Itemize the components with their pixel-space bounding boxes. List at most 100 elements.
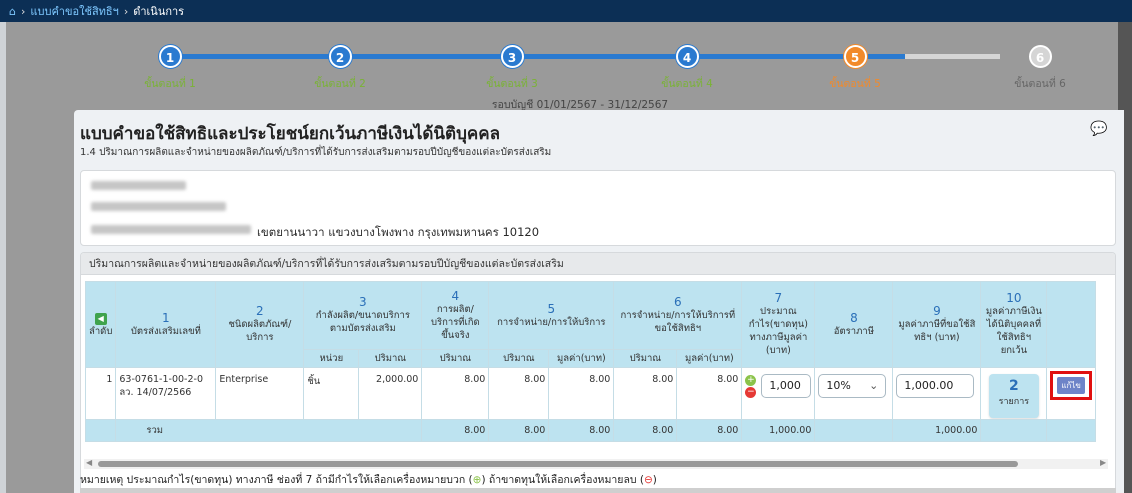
qty-subheader: ปริมาณ bbox=[358, 349, 423, 368]
tax-value-input[interactable]: 1,000.00 bbox=[896, 374, 975, 398]
col1-header: 1 บัตรส่งเสริมเลขที่ bbox=[115, 281, 217, 368]
redacted-company-name bbox=[91, 181, 186, 190]
value-subheader: มูลค่า(บาท) bbox=[676, 349, 743, 368]
minus-circle-icon: ⊖ bbox=[643, 474, 653, 486]
left-gutter bbox=[0, 22, 6, 493]
items-count-button[interactable]: 2 รายการ bbox=[988, 374, 1039, 418]
total-sales-value: 8.00 bbox=[548, 419, 615, 442]
table-row: 1 63-0761-1-00-2-0 ลว. 14/07/2566 Enterp… bbox=[84, 367, 1096, 420]
step-label: ขั้นตอนที่ 6 bbox=[1014, 78, 1066, 90]
minus-sign-icon[interactable]: − bbox=[745, 387, 757, 398]
bottom-scroll-track bbox=[80, 488, 1116, 493]
redacted-address bbox=[91, 225, 251, 234]
tax-rate-cell: 10% ⌄ bbox=[814, 367, 894, 420]
page-title: แบบคำขอใช้สิทธิและประโยชน์ยกเว้นภาษีเงิน… bbox=[80, 124, 501, 144]
unit-subheader: หน่วย bbox=[303, 349, 360, 368]
home-icon[interactable]: ⌂ bbox=[9, 5, 16, 18]
company-info-box: เขตยานนาวา แขวงบางโพงพาง กรุงเทพมหานคร 1… bbox=[80, 170, 1116, 246]
claim-qty: 8.00 bbox=[613, 367, 678, 420]
company-address: เขตยานนาวา แขวงบางโพงพาง กรุงเทพมหานคร 1… bbox=[257, 225, 540, 239]
claim-value-cell: 8.00 bbox=[676, 367, 743, 420]
scroll-left-icon[interactable]: ◀ bbox=[86, 458, 92, 467]
step-circle: 3 bbox=[500, 45, 524, 68]
sales-value: 8.00 bbox=[548, 367, 615, 420]
step-1[interactable]: 1 ขั้นตอนที่ 1 bbox=[110, 45, 230, 92]
step-3[interactable]: 3 ขั้นตอนที่ 3 bbox=[452, 45, 572, 92]
scroll-thumb[interactable] bbox=[98, 461, 1018, 467]
total-profit: 1,000.00 bbox=[741, 419, 816, 442]
total-actual-qty: 8.00 bbox=[421, 419, 490, 442]
comment-icon[interactable]: 💬 bbox=[1090, 121, 1107, 138]
col3-header: 3 กำลังผลิต/ขนาดบริการตามบัตรส่งเสริม bbox=[303, 281, 423, 350]
step-circle: 2 bbox=[328, 45, 352, 68]
items-cell: 2 รายการ bbox=[980, 367, 1048, 420]
card-date: ลว. 14/07/2566 bbox=[119, 387, 192, 398]
seq-header: ◀ ลำดับ bbox=[84, 281, 117, 368]
col10-header: 10 มูลค่าภาษีเงินได้นิติบุคคลที่ใช้สิทธิฯ… bbox=[980, 281, 1048, 368]
qty-subheader: ปริมาณ bbox=[613, 349, 678, 368]
breadcrumb-current: ดำเนินการ bbox=[133, 5, 185, 18]
total-sales-qty: 8.00 bbox=[488, 419, 550, 442]
tax-rate-select[interactable]: 10% ⌄ bbox=[818, 374, 887, 398]
step-label: ขั้นตอนที่ 4 bbox=[661, 78, 713, 90]
total-claim-value: 8.00 bbox=[676, 419, 743, 442]
plus-sign-icon[interactable]: + bbox=[745, 375, 757, 386]
chevron-right-icon: › bbox=[20, 4, 26, 18]
production-table-section: ปริมาณการผลิตและจำหน่ายของผลิตภัณฑ์/บริก… bbox=[80, 252, 1116, 493]
col5-header: 5 การจำหน่าย/การให้บริการ bbox=[488, 281, 615, 350]
table-caption: ปริมาณการผลิตและจำหน่ายของผลิตภัณฑ์/บริก… bbox=[81, 253, 1115, 275]
tax-value-cell: 1,000.00 bbox=[892, 367, 982, 420]
breadcrumb: ⌂ › แบบคำขอใช้สิทธิฯ › ดำเนินการ bbox=[0, 0, 1132, 22]
edit-highlight: แก้ไข bbox=[1050, 371, 1092, 400]
capacity-qty: 2,000.00 bbox=[358, 367, 423, 420]
step-5[interactable]: 5 ขั้นตอนที่ 5 bbox=[795, 45, 915, 92]
step-circle: 4 bbox=[675, 45, 699, 68]
chevron-right-icon: › bbox=[123, 4, 129, 18]
production-table: ◀ ลำดับ 1 บัตรส่งเสริมเลขที่ 2 ชนิดผลิตภัณ… bbox=[84, 281, 1096, 442]
chevron-down-icon: ⌄ bbox=[869, 379, 879, 392]
stepper: 1 ขั้นตอนที่ 1 2 ขั้นตอนที่ 2 3 ขั้นตอนท… bbox=[70, 38, 1100, 111]
step-label: ขั้นตอนที่ 3 bbox=[486, 78, 538, 90]
step-label: ขั้นตอนที่ 5 bbox=[829, 78, 881, 90]
step-circle: 6 bbox=[1028, 45, 1052, 68]
edit-button[interactable]: แก้ไข bbox=[1057, 377, 1085, 394]
profit-input[interactable]: 1,000 bbox=[761, 374, 812, 398]
actual-qty: 8.00 bbox=[421, 367, 490, 420]
step-circle: 1 bbox=[158, 45, 182, 68]
collapse-icon[interactable]: ◀ bbox=[94, 312, 107, 325]
unit: ชิ้น bbox=[303, 367, 360, 420]
remark-note: หมายเหตุ ประมาณกำไร(ขาดทุน) ทางภาษี ช่อง… bbox=[80, 474, 657, 486]
scroll-right-icon[interactable]: ▶ bbox=[1100, 458, 1106, 467]
section-subtitle: 1.4 ปริมาณการผลิตและจำหน่ายของผลิตภัณฑ์/… bbox=[80, 147, 552, 158]
claim-value: 8.00 bbox=[717, 374, 739, 385]
action-cell: แก้ไข bbox=[1046, 367, 1096, 420]
breadcrumb-link[interactable]: แบบคำขอใช้สิทธิฯ bbox=[30, 2, 118, 20]
step-circle: 5 bbox=[843, 45, 867, 68]
col8-header: 8 อัตราภาษี bbox=[814, 281, 894, 368]
col6-header: 6 การจำหน่าย/การให้บริการที่ขอใช้สิทธิฯ bbox=[613, 281, 743, 350]
total-label: รวม bbox=[115, 419, 423, 442]
col2-header: 2 ชนิดผลิตภัณฑ์/บริการ bbox=[215, 281, 305, 368]
total-claim-qty: 8.00 bbox=[613, 419, 678, 442]
col9-header: 9 มูลค่าภาษีที่ขอใช้สิทธิฯ (บาท) bbox=[892, 281, 982, 368]
card-number-cell: 63-0761-1-00-2-0 ลว. 14/07/2566 bbox=[115, 367, 217, 420]
product-type: Enterprise bbox=[215, 367, 305, 420]
sales-qty: 8.00 bbox=[488, 367, 550, 420]
qty-subheader: ปริมาณ bbox=[488, 349, 550, 368]
redacted-tax-id bbox=[91, 202, 226, 211]
row-seq: 1 bbox=[84, 367, 117, 420]
step-4[interactable]: 4 ขั้นตอนที่ 4 bbox=[627, 45, 747, 92]
col7-header: 7 ประมาณกำไร(ขาดทุน) ทางภาษีมูลค่า (บาท) bbox=[741, 281, 816, 368]
step-2[interactable]: 2 ขั้นตอนที่ 2 bbox=[280, 45, 400, 92]
card-number: 63-0761-1-00-2-0 bbox=[119, 374, 203, 385]
col4-header: 4 การผลิต/บริการที่เกิดขึ้นจริง bbox=[421, 281, 490, 350]
action-header bbox=[1046, 281, 1096, 368]
step-6: 6 ขั้นตอนที่ 6 bbox=[980, 45, 1100, 92]
total-tax-value: 1,000.00 bbox=[892, 419, 982, 442]
step-label: ขั้นตอนที่ 1 bbox=[144, 78, 196, 90]
value-subheader: มูลค่า(บาท) bbox=[548, 349, 615, 368]
total-row: รวม 8.00 8.00 8.00 8.00 8.00 1,000.00 1,… bbox=[84, 419, 1096, 442]
profit-cell: + − 1,000 bbox=[741, 367, 816, 420]
step-label: ขั้นตอนที่ 2 bbox=[314, 78, 366, 90]
qty-subheader: ปริมาณ bbox=[421, 349, 490, 368]
